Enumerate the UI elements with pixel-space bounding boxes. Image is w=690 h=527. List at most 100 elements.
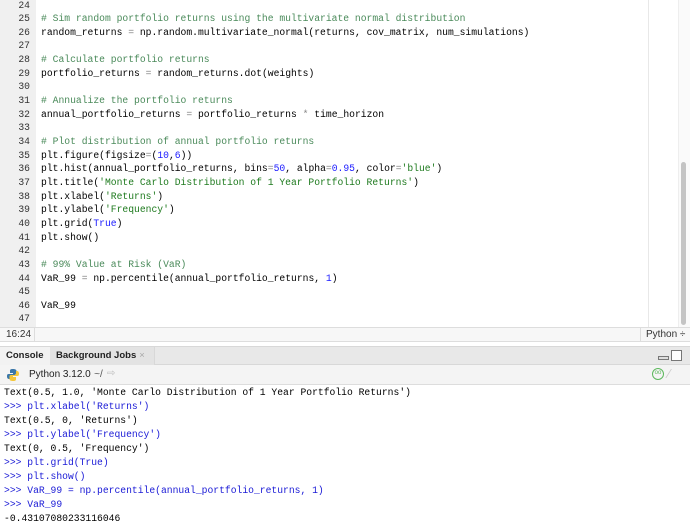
code-token-plain: plt.xlabel( [41, 190, 105, 202]
code-token-str: 'Frequency' [104, 204, 169, 216]
tab-console-label: Console [6, 350, 44, 361]
line-number: 26 [18, 26, 30, 38]
code-token-plain: random_returns [41, 26, 129, 38]
code-token-plain: , alpha [285, 163, 326, 175]
cursor-position[interactable]: 16:24 [0, 328, 35, 341]
clear-console-icon[interactable]: ⁄ [668, 366, 670, 381]
code-line[interactable]: plt.figure(figsize=(10,6)) [41, 149, 192, 163]
code-token-plain: VaR_99 [41, 272, 82, 284]
code-token-comment: # 99% Value at Risk (VaR) [41, 258, 187, 270]
language-selector[interactable]: Python ÷ [640, 328, 690, 341]
line-number: 33 [18, 122, 30, 134]
editor-scrollbar-thumb[interactable] [681, 162, 686, 325]
stop-python-icon[interactable]: oo [652, 368, 664, 380]
console-input-line: >>> plt.xlabel('Returns') [4, 400, 150, 412]
code-token-plain: ) [413, 176, 419, 188]
code-token-num: 50 [273, 163, 286, 175]
line-number: 38 [18, 190, 30, 202]
code-line[interactable]: # Annualize the portfolio returns [41, 94, 233, 108]
line-number: 28 [18, 54, 30, 66]
console-input-line: >>> plt.ylabel('Frequency') [4, 428, 161, 440]
close-icon[interactable]: × [139, 350, 145, 361]
working-directory[interactable]: · ~/ [88, 369, 103, 380]
code-token-kw: True [93, 217, 117, 229]
code-line[interactable]: portfolio_returns = random_returns.dot(w… [41, 67, 314, 81]
code-token-plain: np.random.multivariate_normal(returns, c… [134, 26, 530, 38]
console-input-line: >>> plt.grid(True) [4, 457, 109, 468]
code-token-str: 'Returns' [104, 190, 158, 202]
tab-console[interactable]: Console [0, 347, 50, 365]
pane-controls [658, 350, 684, 362]
code-token-plain: )) [180, 149, 193, 161]
code-line[interactable]: plt.xlabel('Returns') [41, 190, 163, 204]
console-input-line: >>> VaR_99 [4, 499, 63, 511]
code-line[interactable]: # Sim random portfolio returns using the… [41, 12, 465, 26]
line-number: 39 [18, 204, 30, 216]
console-output[interactable]: Text(0.5, 1.0, 'Monte Carlo Distribution… [0, 385, 690, 527]
line-number: 24 [18, 0, 30, 11]
line-number: 27 [18, 40, 30, 52]
console-output-line: -0.43107080233116046 [4, 513, 121, 525]
console-toolbar: Python 3.12.0 · ~/ ⇨ oo ⁄ [0, 365, 690, 385]
line-number: 47 [18, 313, 30, 325]
line-number: 36 [18, 163, 30, 175]
code-line[interactable]: # Plot distribution of annual portfolio … [41, 135, 314, 149]
line-number: 32 [18, 108, 30, 120]
code-line[interactable]: plt.ylabel('Frequency') [41, 203, 175, 217]
maximize-icon[interactable] [671, 350, 682, 361]
line-number: 46 [18, 299, 30, 311]
code-token-plain: time_horizon [308, 108, 385, 120]
code-token-plain: VaR_99 [41, 299, 76, 311]
code-token-comment: # Annualize the portfolio returns [41, 95, 233, 107]
console-output-line: Text(0.5, 0, 'Returns') [4, 414, 138, 426]
code-token-comment: # Calculate portfolio returns [41, 54, 210, 66]
code-token-plain: ) [157, 190, 164, 202]
code-line[interactable]: # Calculate portfolio returns [41, 53, 210, 67]
code-token-plain: annual_portfolio_returns [41, 108, 187, 120]
tab-background-jobs[interactable]: Background Jobs × [50, 347, 155, 365]
code-line[interactable]: VaR_99 = np.percentile(annual_portfolio_… [41, 272, 338, 286]
code-token-plain: plt.show() [41, 231, 100, 243]
code-line[interactable]: plt.show() [41, 231, 99, 245]
line-number: 29 [18, 67, 30, 79]
code-editor[interactable]: 24 25 26 27 28 29 30 31 32 33 34 35 36 37 38 39 40 41 42 43… [0, 0, 690, 327]
code-token-num: 0.95 [331, 163, 355, 175]
code-token-comment: # Sim random portfolio returns using the… [41, 13, 466, 25]
interpreter-version: Python 3.12.0 [29, 369, 91, 380]
console-tab-bar: Console Background Jobs × [0, 346, 690, 365]
line-number: 35 [18, 149, 30, 161]
line-number: 31 [18, 95, 30, 107]
code-line[interactable]: plt.hist(annual_portfolio_returns, bins=… [41, 162, 442, 176]
python-icon [7, 369, 19, 381]
code-line[interactable]: annual_portfolio_returns = portfolio_ret… [41, 108, 384, 122]
code-token-plain: portfolio_returns [41, 67, 146, 79]
code-line[interactable]: plt.title('Monte Carlo Distribution of 1… [41, 176, 419, 190]
line-number: 43 [18, 258, 30, 270]
code-token-num: 10 [157, 149, 169, 161]
line-number: 40 [18, 217, 30, 229]
code-token-plain: ) [116, 217, 123, 229]
code-line[interactable]: VaR_99 [41, 299, 76, 313]
code-token-plain: plt.ylabel( [41, 204, 105, 216]
go-to-directory-icon[interactable]: ⇨ [107, 368, 115, 379]
code-line[interactable]: # 99% Value at Risk (VaR) [41, 258, 186, 272]
console-output-line: Text(0, 0.5, 'Frequency') [4, 442, 150, 454]
line-number: 25 [18, 13, 30, 25]
code-token-plain: plt.grid( [41, 217, 94, 229]
code-token-str: 'Monte Carlo Distribution of 1 Year Port… [99, 176, 414, 188]
code-token-plain: , color [355, 163, 396, 175]
code-token-plain: plt.hist(annual_portfolio_returns, bins [41, 163, 268, 175]
code-token-plain: ) [436, 163, 443, 175]
line-number: 42 [18, 245, 30, 257]
line-number: 37 [18, 176, 30, 188]
code-token-plain: random_returns.dot(weights) [151, 67, 315, 79]
console-input-line: >>> VaR_99 = np.percentile(annual_portfo… [4, 485, 324, 497]
code-line[interactable]: plt.grid(True) [41, 217, 122, 231]
code-line[interactable]: random_returns = np.random.multivariate_… [41, 26, 529, 40]
code-token-plain: ) [168, 204, 175, 216]
line-number: 30 [18, 81, 30, 93]
line-number: 34 [18, 136, 30, 147]
line-number: 41 [18, 231, 30, 243]
minimize-icon[interactable] [658, 356, 669, 360]
console-input-line: >>> plt.show() [4, 471, 86, 483]
